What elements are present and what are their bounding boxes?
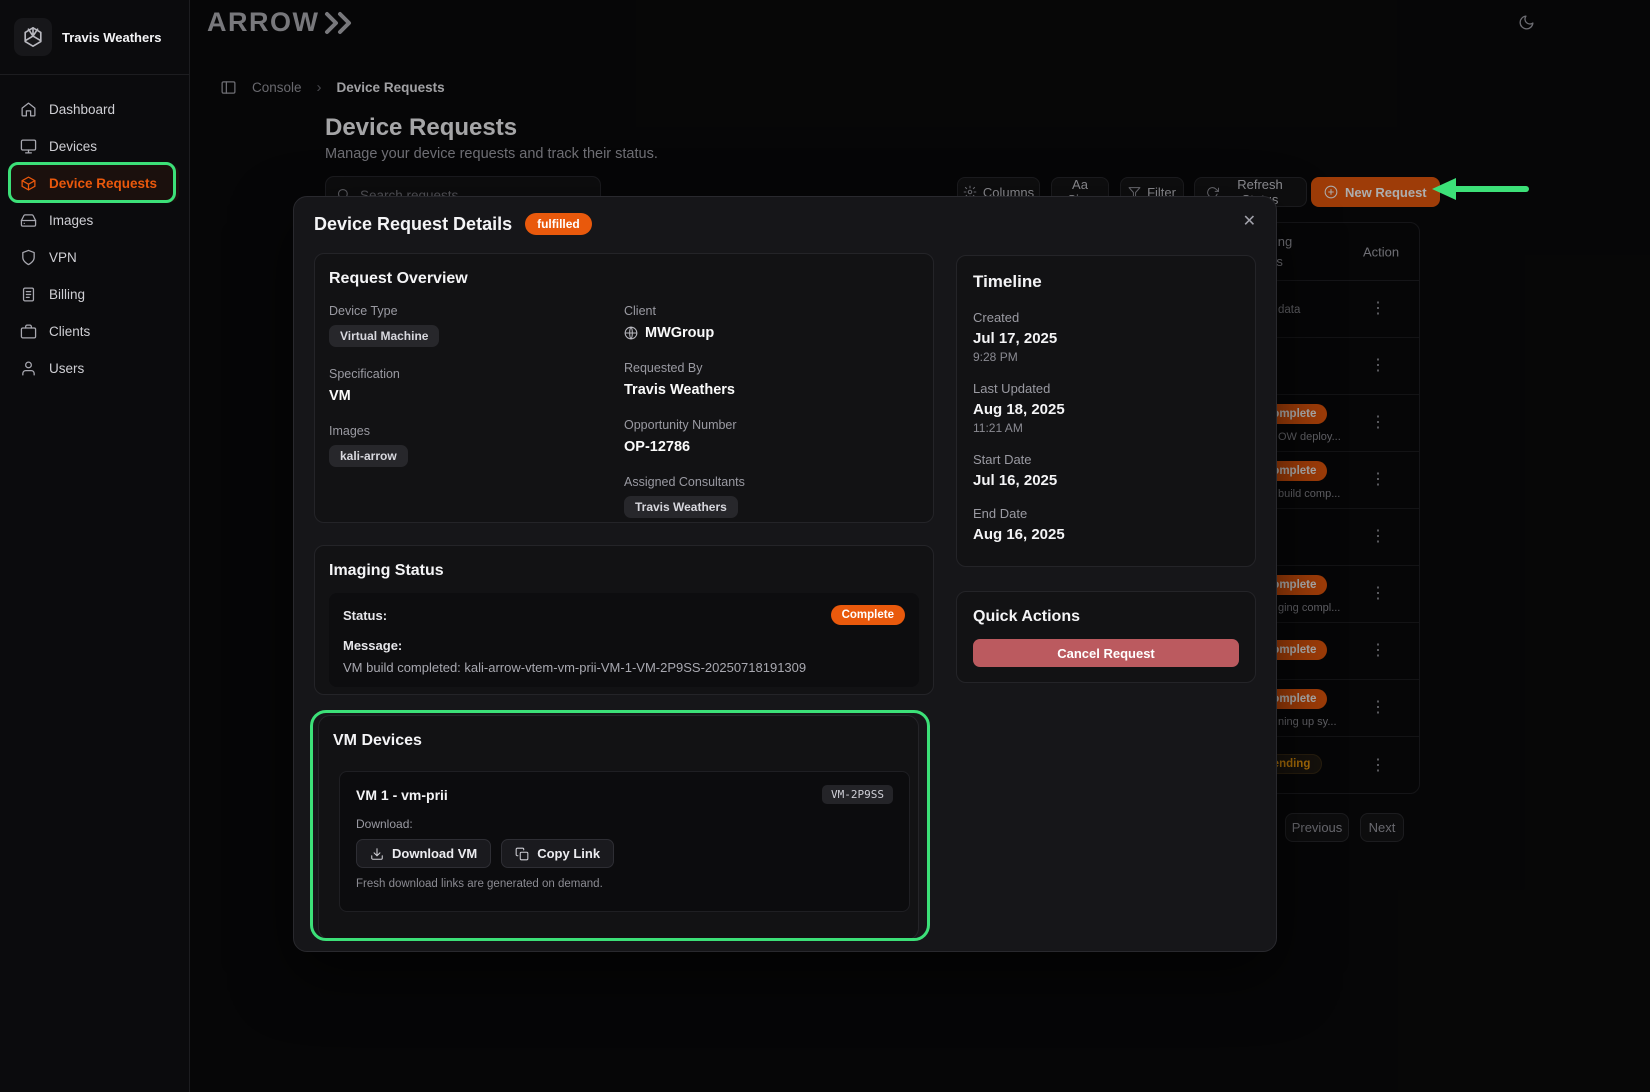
fulfilled-badge: fulfilled bbox=[525, 213, 592, 235]
sidebar-item-label: Billing bbox=[49, 287, 85, 302]
requested-by-label: Requested By bbox=[624, 361, 909, 375]
sidebar-item-label: Dashboard bbox=[49, 102, 115, 117]
status-label: Status: bbox=[343, 608, 387, 623]
vm-devices-title: VM Devices bbox=[333, 732, 904, 750]
copy-link-button[interactable]: Copy Link bbox=[501, 839, 614, 868]
vm-devices-card: VM Devices VM 1 - vm-prii VM-2P9SS Downl… bbox=[318, 715, 919, 940]
opportunity-label: Opportunity Number bbox=[624, 418, 909, 432]
timeline-date: Aug 18, 2025 bbox=[973, 401, 1239, 418]
device-type-label: Device Type bbox=[329, 304, 614, 318]
timeline-label: Created bbox=[973, 310, 1239, 325]
app-logo-icon bbox=[14, 18, 52, 56]
timeline-date: Jul 17, 2025 bbox=[973, 330, 1239, 347]
imaging-status-card: Imaging Status Status: Complete Message:… bbox=[314, 545, 934, 695]
timeline-label: Start Date bbox=[973, 452, 1239, 467]
package-icon bbox=[20, 175, 37, 192]
harddrive-icon bbox=[20, 212, 37, 229]
message-label: Message: bbox=[343, 638, 905, 653]
sidebar-item-label: Devices bbox=[49, 139, 97, 154]
client-label: Client bbox=[624, 304, 909, 318]
timeline-time: 9:28 PM bbox=[973, 350, 1239, 364]
sidebar-item-billing[interactable]: Billing bbox=[10, 276, 179, 313]
user-name: Travis Weathers bbox=[62, 30, 161, 45]
sidebar-item-label: Images bbox=[49, 213, 93, 228]
imaging-status-panel: Status: Complete Message: VM build compl… bbox=[329, 593, 919, 687]
monitor-icon bbox=[20, 138, 37, 155]
consultant-badge: Travis Weathers bbox=[624, 496, 738, 518]
home-icon bbox=[20, 101, 37, 118]
sidebar-item-dashboard[interactable]: Dashboard bbox=[10, 91, 179, 128]
vm-device-name: VM 1 - vm-prii bbox=[356, 787, 448, 803]
receipt-icon bbox=[20, 286, 37, 303]
sidebar-item-label: Users bbox=[49, 361, 84, 376]
client-value: MWGroup bbox=[645, 325, 714, 341]
opportunity-value: OP-12786 bbox=[624, 439, 909, 455]
briefcase-icon bbox=[20, 323, 37, 340]
sidebar-item-label: Device Requests bbox=[49, 176, 157, 191]
timeline-date: Aug 16, 2025 bbox=[973, 526, 1239, 543]
user-icon bbox=[20, 360, 37, 377]
copy-link-button-label: Copy Link bbox=[537, 846, 600, 861]
download-vm-button-label: Download VM bbox=[392, 846, 477, 861]
copy-icon bbox=[515, 847, 529, 861]
download-note: Fresh download links are generated on de… bbox=[356, 878, 893, 890]
complete-badge: Complete bbox=[831, 605, 905, 625]
sidebar-item-images[interactable]: Images bbox=[10, 202, 179, 239]
sidebar-item-device-requests[interactable]: Device Requests bbox=[10, 165, 179, 202]
download-label: Download: bbox=[356, 817, 893, 831]
specification-value: VM bbox=[329, 388, 614, 404]
download-icon bbox=[370, 847, 384, 861]
timeline-title: Timeline bbox=[973, 272, 1239, 292]
device-request-details-modal: Device Request Details fulfilled ✕ Reque… bbox=[293, 196, 1277, 952]
sidebar-item-label: Clients bbox=[49, 324, 90, 339]
timeline-card: Timeline Created Jul 17, 2025 9:28 PM La… bbox=[956, 255, 1256, 567]
timeline-entry-end: End Date Aug 16, 2025 bbox=[973, 506, 1239, 543]
vm-device-code-badge: VM-2P9SS bbox=[822, 785, 893, 804]
timeline-label: End Date bbox=[973, 506, 1239, 521]
vm-device-item: VM 1 - vm-prii VM-2P9SS Download: Downlo… bbox=[339, 771, 910, 912]
field-client: Client MWGroup bbox=[624, 304, 909, 341]
timeline-entry-start: Start Date Jul 16, 2025 bbox=[973, 452, 1239, 489]
modal-title: Device Request Details bbox=[314, 214, 512, 235]
sidebar-item-clients[interactable]: Clients bbox=[10, 313, 179, 350]
timeline-entry-updated: Last Updated Aug 18, 2025 11:21 AM bbox=[973, 381, 1239, 435]
sidebar-nav: Dashboard Devices Device Requests Images… bbox=[0, 75, 189, 403]
specification-label: Specification bbox=[329, 367, 614, 381]
field-requested-by: Requested By Travis Weathers bbox=[624, 361, 909, 398]
images-label: Images bbox=[329, 424, 614, 438]
requested-by-value: Travis Weathers bbox=[624, 382, 909, 398]
field-images: Images kali-arrow bbox=[329, 424, 614, 467]
close-icon[interactable]: ✕ bbox=[1239, 207, 1260, 235]
sidebar-item-vpn[interactable]: VPN bbox=[10, 239, 179, 276]
quick-actions-title: Quick Actions bbox=[973, 608, 1239, 626]
sidebar-item-devices[interactable]: Devices bbox=[10, 128, 179, 165]
device-type-badge: Virtual Machine bbox=[329, 325, 439, 347]
sidebar-user[interactable]: Travis Weathers bbox=[0, 0, 189, 75]
sidebar: Travis Weathers Dashboard Devices Device… bbox=[0, 0, 190, 1092]
field-assigned-consultants: Assigned Consultants Travis Weathers bbox=[624, 475, 909, 518]
field-opportunity-number: Opportunity Number OP-12786 bbox=[624, 418, 909, 455]
quick-actions-card: Quick Actions Cancel Request bbox=[956, 591, 1256, 683]
image-badge: kali-arrow bbox=[329, 445, 408, 467]
request-overview-card: Request Overview Device Type Virtual Mac… bbox=[314, 253, 934, 523]
sidebar-item-users[interactable]: Users bbox=[10, 350, 179, 387]
field-device-type: Device Type Virtual Machine bbox=[329, 304, 614, 347]
imaging-status-title: Imaging Status bbox=[329, 562, 919, 580]
timeline-date: Jul 16, 2025 bbox=[973, 472, 1239, 489]
timeline-time: 11:21 AM bbox=[973, 421, 1239, 435]
cancel-request-button[interactable]: Cancel Request bbox=[973, 639, 1239, 667]
client-globe-icon bbox=[624, 326, 638, 340]
field-specification: Specification VM bbox=[329, 367, 614, 404]
imaging-message-text: VM build completed: kali-arrow-vtem-vm-p… bbox=[343, 660, 905, 675]
consultants-label: Assigned Consultants bbox=[624, 475, 909, 489]
download-vm-button[interactable]: Download VM bbox=[356, 839, 491, 868]
shield-icon bbox=[20, 249, 37, 266]
timeline-entry-created: Created Jul 17, 2025 9:28 PM bbox=[973, 310, 1239, 364]
request-overview-title: Request Overview bbox=[329, 270, 919, 288]
timeline-label: Last Updated bbox=[973, 381, 1239, 396]
sidebar-item-label: VPN bbox=[49, 250, 77, 265]
